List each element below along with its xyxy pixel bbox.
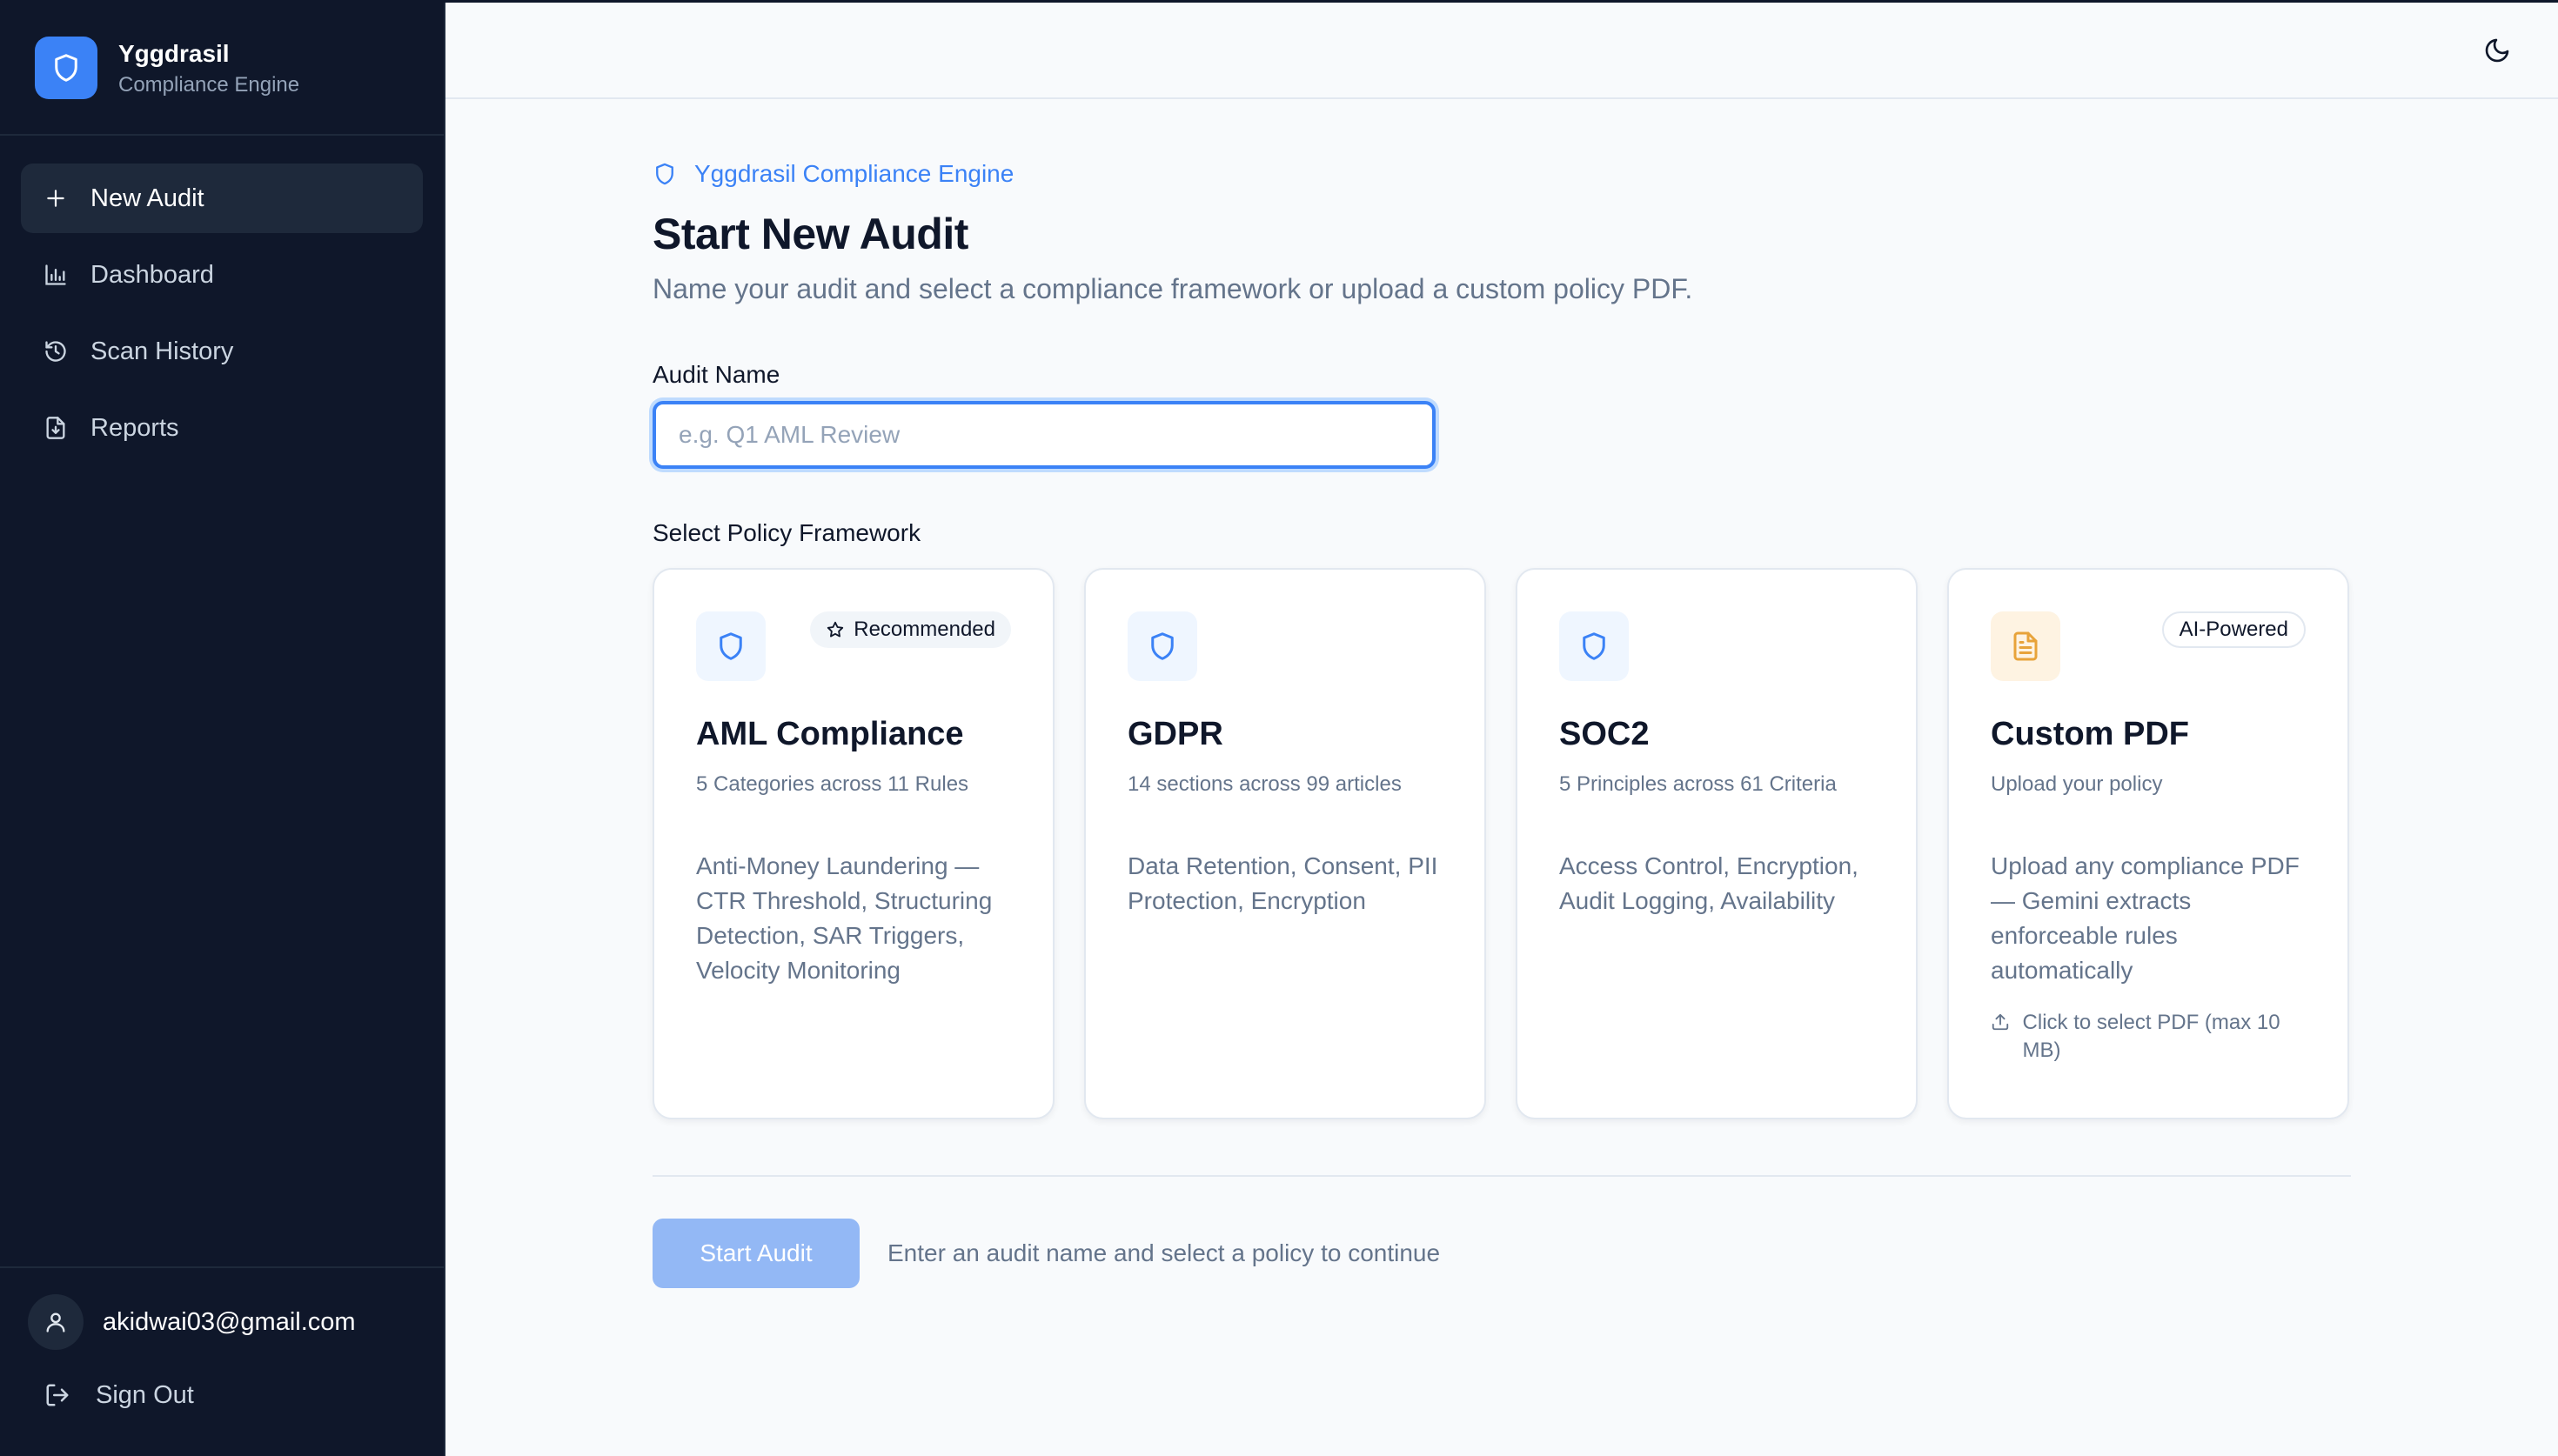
main-content: Yggdrasil Compliance Engine Start New Au… [653,157,2351,1288]
star-icon [826,619,847,640]
plus-icon [42,184,70,212]
start-audit-button[interactable]: Start Audit [653,1219,860,1288]
recommended-badge: Recommended [810,611,1011,648]
actions-row: Start Audit Enter an audit name and sele… [653,1219,2351,1288]
app-subtitle: Compliance Engine [118,73,300,97]
divider [653,1175,2351,1177]
eyebrow-text: Yggdrasil Compliance Engine [694,160,1014,187]
logout-icon [42,1379,73,1411]
shield-logo-icon [35,37,97,99]
sidebar-footer: akidwai03@gmail.com Sign Out [0,1266,444,1456]
user-email: akidwai03@gmail.com [103,1307,356,1336]
brand-header: Yggdrasil Compliance Engine [0,0,444,136]
shield-icon [653,161,679,187]
framework-card-soc2[interactable]: SOC2 5 Principles across 61 Criteria Acc… [1516,568,1918,1119]
sidebar-item-label: Dashboard [90,260,214,289]
audit-name-label: Audit Name [653,361,780,388]
card-title: GDPR [1128,716,1223,752]
shield-icon [1559,611,1629,681]
sidebar-item-dashboard[interactable]: Dashboard [21,240,423,310]
audit-name-input[interactable] [653,401,1436,469]
framework-card-aml[interactable]: Recommended AML Compliance 5 Categories … [653,568,1055,1119]
sidebar-item-reports[interactable]: Reports [21,393,423,463]
sidebar-item-label: Scan History [90,337,234,365]
moon-icon[interactable] [2480,33,2514,68]
badge-label: AI-Powered [2179,618,2288,641]
card-title: Custom PDF [1991,716,2189,752]
user-profile[interactable]: akidwai03@gmail.com [28,1294,356,1350]
document-icon [1991,611,2060,681]
badge-label: Recommended [854,618,995,641]
card-description: Anti-Money Laundering — CTR Threshold, S… [696,852,993,984]
upload-icon [1991,1012,2011,1033]
sidebar-item-new-audit[interactable]: New Audit [21,164,423,233]
card-subtitle: 5 Principles across 61 Criteria [1559,772,1837,796]
app-name: Yggdrasil [118,40,230,67]
card-subtitle: 14 sections across 99 articles [1128,772,1402,796]
sidebar: Yggdrasil Compliance Engine New Audit Da… [0,0,445,1456]
card-description: Upload any compliance PDF — Gemini extra… [1991,852,2300,984]
action-hint: Enter an audit name and select a policy … [887,1239,1441,1266]
card-description: Access Control, Encryption, Audit Loggin… [1559,852,1858,914]
page-title: Start New Audit [653,210,968,258]
user-avatar-icon [28,1294,84,1350]
upload-hint: Click to select PDF (max 10 MB) [2022,1011,2280,1062]
framework-label: Select Policy Framework [653,519,921,546]
framework-card-custom-pdf[interactable]: AI-Powered Custom PDF Upload your policy… [1947,568,2349,1119]
framework-card-gdpr[interactable]: GDPR 14 sections across 99 articles Data… [1084,568,1486,1119]
top-bar [445,0,2558,99]
history-icon [42,337,70,365]
shield-icon [1128,611,1197,681]
framework-cards: Recommended AML Compliance 5 Categories … [653,568,2351,1119]
sidebar-item-scan-history[interactable]: Scan History [21,317,423,386]
sign-out-label: Sign Out [96,1380,194,1409]
sidebar-item-label: New Audit [90,184,204,212]
bar-chart-icon [42,261,70,289]
sign-out-button[interactable]: Sign Out [42,1379,194,1411]
card-subtitle: 5 Categories across 11 Rules [696,772,969,796]
eyebrow: Yggdrasil Compliance Engine [653,157,2351,191]
file-download-icon [42,414,70,442]
card-subtitle: Upload your policy [1991,772,2163,796]
pdf-upload-trigger[interactable]: Click to select PDF (max 10 MB) [1991,1009,2306,1065]
page-description: Name your audit and select a compliance … [653,273,1693,304]
window-top-border [0,0,2558,3]
shield-icon [696,611,766,681]
card-title: SOC2 [1559,716,1650,752]
ai-powered-badge: AI-Powered [2161,611,2306,648]
card-description: Data Retention, Consent, PII Protection,… [1128,852,1438,914]
card-title: AML Compliance [696,716,964,752]
sidebar-nav: New Audit Dashboard Scan History Reports [21,164,423,470]
sidebar-item-label: Reports [90,413,179,442]
